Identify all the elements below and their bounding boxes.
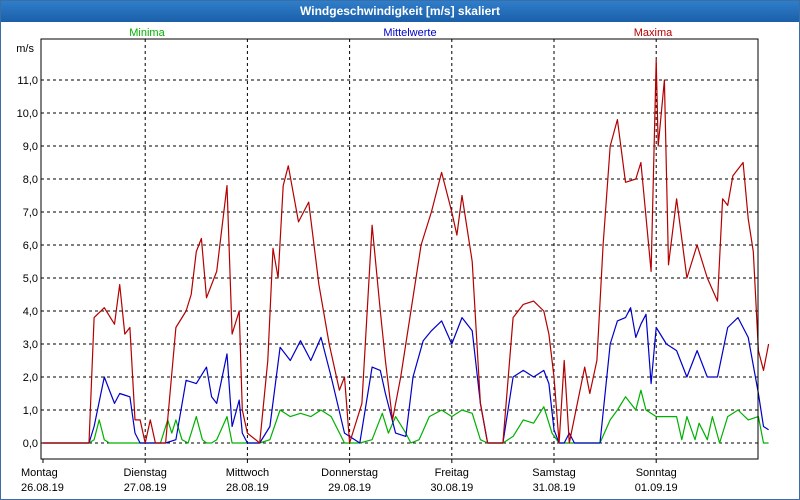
x-tick-date: 28.08.19 [226, 482, 269, 494]
y-tick-label: 9,0 [23, 141, 38, 153]
y-axis-label: m/s [16, 43, 34, 55]
y-tick-label: 6,0 [23, 240, 38, 252]
x-tick-day-name: Sonntag [636, 467, 677, 479]
x-tick-day-name: Montag [21, 467, 58, 479]
legend-entry-mittelwerte: Mittelwerte [383, 27, 436, 39]
y-tick-label: 11,0 [17, 75, 38, 87]
x-tick-day-name: Dienstag [123, 467, 166, 479]
y-tick-label: 8,0 [23, 174, 38, 186]
x-tick-day-name: Donnerstag [321, 467, 378, 479]
x-tick-day-name: Mittwoch [226, 467, 269, 479]
y-tick-label: 3,0 [23, 339, 38, 351]
x-tick-date: 30.08.19 [430, 482, 473, 494]
x-tick-date: 31.08.19 [533, 482, 576, 494]
legend-entry-maxima: Maxima [634, 27, 673, 39]
y-tick-label: 5,0 [23, 273, 38, 285]
y-tick-label: 7,0 [23, 207, 38, 219]
wind-speed-chart: 0,0 1,0 2,0 3,0 4,0 5,0 6,0 7,0 8,0 9,0 10,0 11,0 M… [1, 22, 799, 499]
chart-window: Windgeschwindigkeit [m/s] skaliert 0,0 1,… [0, 0, 800, 500]
y-tick-label: 0,0 [23, 438, 38, 450]
y-tick-label: 1,0 [23, 405, 38, 417]
y-tick-label: 4,0 [23, 306, 38, 318]
legend-entry-minima: Minima [129, 27, 165, 39]
x-tick-date: 27.08.19 [124, 482, 167, 494]
x-tick-day-name: Freitag [435, 467, 469, 479]
x-tick-date: 26.08.19 [21, 482, 64, 494]
y-tick-label: 10,0 [17, 108, 38, 120]
y-tick-label: 2,0 [23, 372, 38, 384]
x-tick-date: 29.08.19 [328, 482, 371, 494]
x-tick-date: 01.09.19 [635, 482, 678, 494]
window-title: Windgeschwindigkeit [m/s] skaliert [1, 1, 799, 22]
x-tick-day-name: Samstag [532, 467, 575, 479]
